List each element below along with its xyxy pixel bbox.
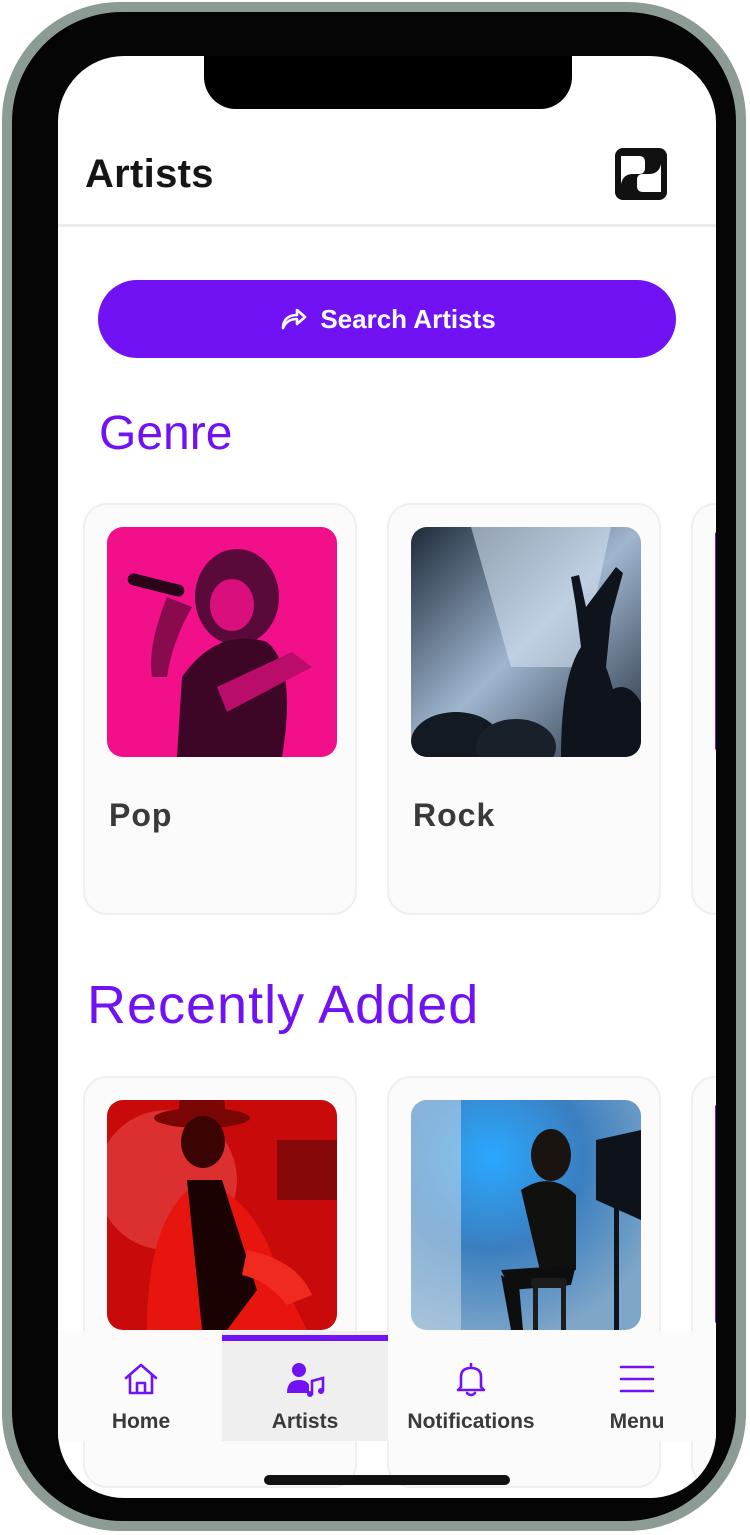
app-header: Artists — [58, 56, 716, 227]
artist-photo-red — [107, 1100, 337, 1330]
genre-card-pop[interactable]: Pop — [83, 503, 357, 915]
recently-added-heading: Recently Added — [87, 975, 480, 1035]
genre-card-partial[interactable] — [691, 503, 716, 915]
search-artists-label: Search Artists — [320, 303, 496, 334]
genre-card-label: Pop — [109, 797, 173, 833]
tab-home[interactable]: Home — [58, 1331, 224, 1441]
menu-icon — [619, 1365, 655, 1393]
tab-notifications[interactable]: Notifications — [388, 1331, 554, 1441]
artist-music-icon — [287, 1363, 325, 1397]
home-indicator[interactable] — [264, 1475, 510, 1485]
tab-artists[interactable]: Artists — [222, 1331, 388, 1441]
home-icon — [124, 1363, 158, 1395]
partial-card-image — [715, 1104, 716, 1324]
tab-artists-label: Artists — [271, 1410, 339, 1433]
tab-menu-label: Menu — [609, 1410, 665, 1433]
genre-heading: Genre — [99, 407, 233, 460]
rock-genre-image — [411, 527, 641, 757]
bottom-tab-bar: Home Artists Notifications Menu — [58, 1331, 716, 1441]
share-arrow-icon — [282, 308, 307, 330]
page-title: Artists — [85, 152, 214, 196]
app-screen: Artists Search Artists Genre Pop Rock Re… — [58, 56, 716, 1498]
search-artists-button[interactable]: Search Artists — [98, 280, 676, 358]
tab-notifications-label: Notifications — [407, 1410, 535, 1433]
artist-photo-blue — [411, 1100, 641, 1330]
phone-frame: Artists Search Artists Genre Pop Rock Re… — [2, 2, 746, 1531]
pop-genre-image — [107, 527, 337, 757]
partial-card-image — [715, 531, 716, 751]
phone-bezel: Artists Search Artists Genre Pop Rock Re… — [12, 12, 736, 1521]
genre-card-label: Rock — [413, 797, 496, 833]
bell-icon — [456, 1362, 486, 1397]
tab-home-label: Home — [111, 1410, 171, 1433]
genre-carousel[interactable]: Pop Rock — [58, 503, 716, 923]
genre-card-rock[interactable]: Rock — [387, 503, 661, 915]
tab-menu[interactable]: Menu — [554, 1331, 716, 1441]
brand-logo-icon[interactable] — [615, 148, 667, 200]
